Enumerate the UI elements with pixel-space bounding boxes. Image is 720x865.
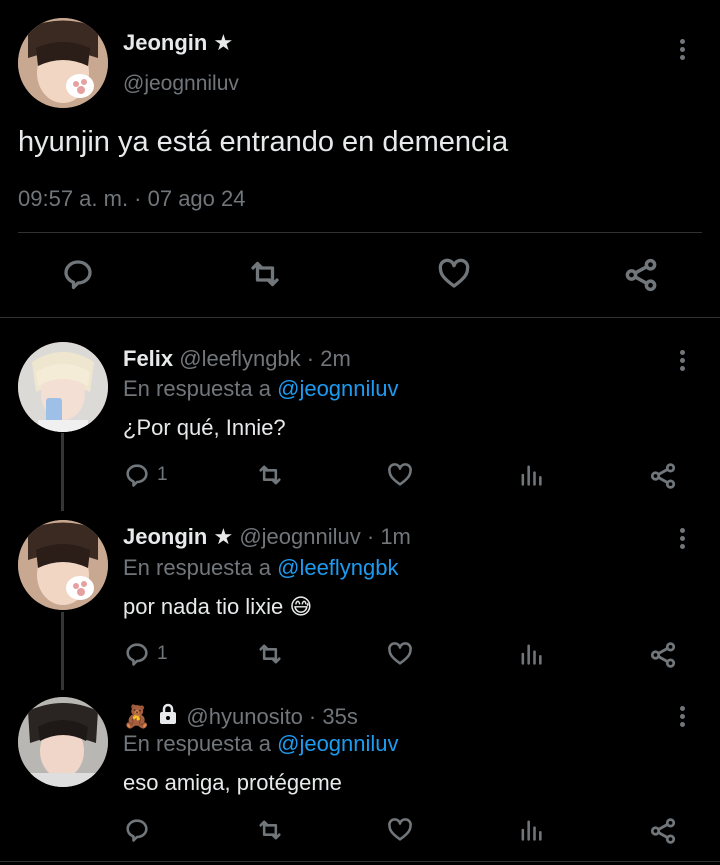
comment-icon	[64, 260, 92, 290]
retweet-icon	[259, 820, 281, 840]
star-badge: ★	[213, 30, 234, 55]
reply-count: 1	[157, 643, 168, 664]
share-icon	[650, 463, 676, 489]
share-icon	[625, 258, 657, 292]
handle[interactable]: @hyunosito	[186, 704, 303, 730]
thread-line	[61, 612, 64, 690]
like-button[interactable]	[436, 256, 472, 297]
author-name[interactable]: Jeongin	[123, 30, 207, 55]
reply-context: En respuesta a @jeognniluv	[123, 731, 399, 757]
share-button[interactable]	[648, 816, 678, 851]
divider	[0, 861, 720, 862]
share-button[interactable]	[622, 256, 660, 299]
reply-to-link[interactable]: @jeognniluv	[277, 376, 398, 401]
author-name[interactable]: 🧸	[123, 704, 150, 730]
reply-prefix: En respuesta a	[123, 376, 271, 401]
avatar-hyunosito[interactable]	[18, 697, 108, 787]
retweet-icon	[259, 644, 281, 664]
reply-context: En respuesta a @leeflyngbk	[123, 555, 399, 581]
views-icon	[521, 820, 542, 841]
retweet-icon	[259, 465, 281, 485]
avatar-jeongin[interactable]	[18, 18, 108, 108]
reply-text: eso amiga, protégeme	[123, 770, 342, 795]
reply-header: Felix @leeflyngbk · 2m	[123, 346, 351, 372]
views-button[interactable]	[517, 816, 545, 849]
avatar-felix[interactable]	[18, 342, 108, 432]
handle[interactable]: @leeflyngbk	[179, 346, 300, 371]
reply-count: 1	[157, 464, 168, 485]
comment-button[interactable]	[123, 816, 151, 849]
comment-button[interactable]	[60, 256, 96, 297]
comment-icon	[126, 643, 148, 666]
share-button[interactable]	[648, 461, 678, 496]
timestamp: · 35s	[308, 704, 358, 729]
heart-icon	[388, 463, 412, 486]
star-badge: ★	[213, 524, 234, 549]
author-name[interactable]: Jeongin	[123, 524, 207, 549]
views-icon	[521, 465, 542, 486]
share-icon	[650, 642, 676, 668]
reply-header: Jeongin ★ @jeognniluv · 1m	[123, 524, 411, 550]
reply-text: por nada tio lixie 😅	[123, 594, 313, 619]
heart-icon	[438, 258, 470, 288]
divider	[0, 317, 720, 318]
reply-prefix: En respuesta a	[123, 555, 271, 580]
reply-to-link[interactable]: @leeflyngbk	[277, 555, 398, 580]
heart-icon	[388, 818, 412, 841]
author-name[interactable]: Felix	[123, 346, 173, 371]
views-button[interactable]	[517, 461, 545, 494]
retweet-icon	[251, 261, 279, 287]
views-icon	[521, 644, 542, 665]
retweet-button[interactable]	[255, 640, 285, 673]
reply-to-link[interactable]: @jeognniluv	[277, 731, 398, 756]
like-button[interactable]	[386, 461, 414, 494]
like-button[interactable]	[386, 640, 414, 673]
retweet-button[interactable]	[255, 461, 285, 494]
comment-icon	[126, 464, 148, 487]
more-icon[interactable]	[680, 36, 685, 63]
like-button[interactable]	[386, 816, 414, 849]
more-icon[interactable]	[680, 525, 685, 552]
reply-prefix: En respuesta a	[123, 731, 271, 756]
retweet-button[interactable]	[255, 816, 285, 849]
divider	[18, 232, 702, 233]
reply-text: ¿Por qué, Innie?	[123, 415, 286, 440]
avatar-jeongin[interactable]	[18, 520, 108, 610]
lock-icon	[156, 702, 180, 732]
comment-button[interactable]: 1	[123, 640, 168, 668]
main-handle[interactable]: @jeognniluv	[123, 72, 239, 96]
comment-icon	[126, 819, 148, 842]
comment-button[interactable]: 1	[123, 461, 168, 489]
thread-line	[61, 433, 64, 511]
retweet-button[interactable]	[246, 256, 284, 297]
more-icon[interactable]	[680, 347, 685, 374]
views-button[interactable]	[517, 640, 545, 673]
timestamp: · 1m	[366, 524, 411, 549]
main-tweet-text: hyunjin ya está entrando en demencia	[18, 126, 509, 158]
share-icon	[650, 818, 676, 844]
reply-context: En respuesta a @jeognniluv	[123, 376, 399, 402]
reply-header: 🧸 @hyunosito · 35s	[123, 702, 358, 732]
handle[interactable]: @jeognniluv	[239, 524, 360, 549]
heart-icon	[388, 642, 412, 665]
main-timestamp: 09:57 a. m. · 07 ago 24	[18, 186, 246, 211]
timestamp: · 2m	[306, 346, 351, 371]
share-button[interactable]	[648, 640, 678, 675]
more-icon[interactable]	[680, 703, 685, 730]
main-author-name[interactable]: Jeongin ★	[123, 30, 233, 56]
